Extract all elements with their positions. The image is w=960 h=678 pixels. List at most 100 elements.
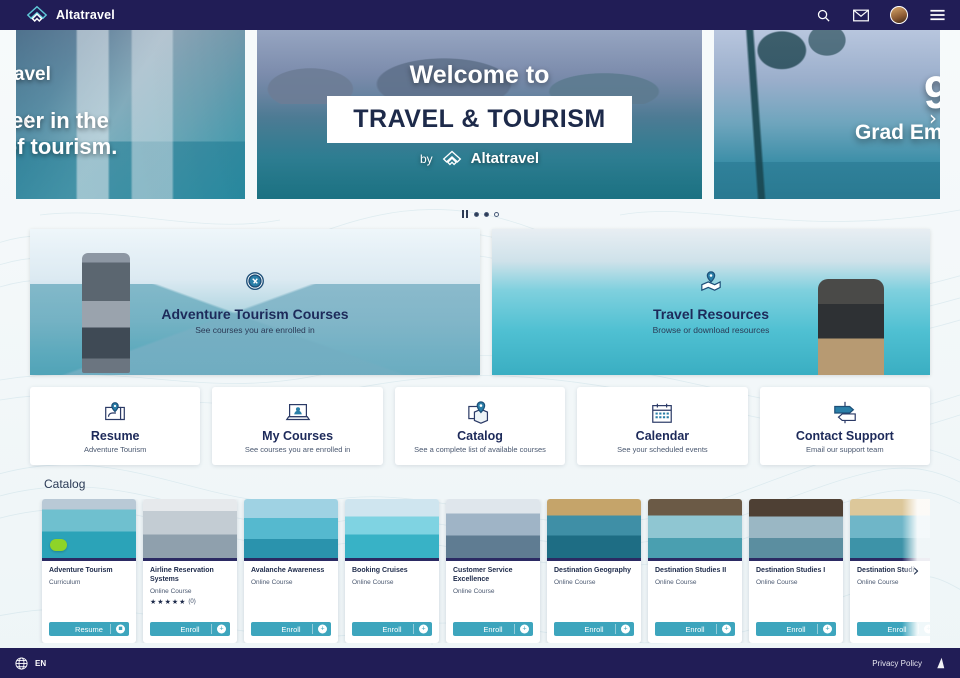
banner-resources-title: Travel Resources [653, 305, 769, 322]
banner-adventure-overlay: Adventure Tourism Courses See courses yo… [30, 229, 480, 375]
star-icon: ★ [164, 598, 171, 606]
tile-contact-support-title: Contact Support [795, 428, 894, 443]
course-type: Online Course [554, 578, 596, 586]
course-card[interactable]: Booking Cruises Online Course Enroll + [345, 499, 439, 643]
altatravel-chevron-logo [26, 5, 48, 22]
carousel-next-button[interactable]: › [924, 106, 942, 130]
compass-icon [244, 270, 266, 297]
button-divider [211, 624, 212, 634]
plus-circle-icon: + [621, 624, 630, 634]
course-card[interactable]: Customer Service Excellence Online Cours… [446, 499, 540, 643]
course-thumbnail [547, 499, 641, 561]
tile-calendar-title: Calendar [635, 428, 690, 443]
slide-career-line3: ld of tourism. [16, 134, 118, 160]
catalog-heading: Catalog [44, 477, 86, 491]
privacy-policy-link[interactable]: Privacy Policy [872, 659, 922, 668]
brand-logo-link[interactable]: Altatravel [14, 4, 115, 26]
slide-welcome-headline: TRAVEL & TOURISM [353, 104, 606, 133]
catalog-card-row: Adventure Tourism Curriculum Resume ■ Ai… [30, 499, 930, 643]
slide-welcome-eyebrow: Welcome to [409, 60, 550, 89]
course-action-button[interactable]: Enroll + [554, 622, 634, 636]
tile-my-courses-subtitle: See courses you are enrolled in [244, 444, 351, 454]
plus-circle-icon: + [318, 624, 327, 634]
tile-calendar[interactable]: Calendar See your scheduled events [577, 387, 748, 465]
catalog-next-button[interactable]: › [902, 499, 930, 643]
course-card[interactable]: Avalanche Awareness Online Course Enroll… [244, 499, 338, 643]
user-avatar[interactable] [890, 6, 908, 24]
slide-welcome-brand: Altatravel [470, 150, 540, 167]
banner-adventure-title: Adventure Tourism Courses [161, 305, 349, 322]
course-card[interactable]: Destination Geography Online Course Enro… [547, 499, 641, 643]
course-action-button[interactable]: Enroll + [756, 622, 836, 636]
map-pin-resume-icon [102, 399, 128, 427]
course-thumbnail [244, 499, 338, 561]
banner-adventure-tourism-courses[interactable]: Adventure Tourism Courses See courses yo… [30, 229, 480, 375]
course-action-button[interactable]: Enroll + [251, 622, 331, 636]
carousel-slide-welcome[interactable]: Welcome to TRAVEL & TOURISM by Altatrave… [257, 30, 702, 199]
carousel-prev-button[interactable]: ‹ [18, 106, 36, 130]
tile-resume-title: Resume [90, 428, 140, 443]
course-rating-count: (0) [188, 598, 196, 605]
course-type: Online Course [655, 578, 697, 586]
course-action-label: Resume [75, 624, 103, 634]
course-action-button[interactable]: Enroll + [655, 622, 735, 636]
course-card-body: Adventure Tourism Curriculum [42, 561, 136, 622]
feature-banner-row: Adventure Tourism Courses See courses yo… [0, 223, 960, 375]
language-selector[interactable]: EN [14, 656, 46, 671]
button-divider [817, 624, 818, 634]
course-card[interactable]: Destination Studies II Online Course Enr… [648, 499, 742, 643]
star-icon: ★ [171, 598, 179, 606]
search-icon[interactable] [814, 6, 832, 24]
course-action-label: Enroll [584, 624, 604, 634]
slide-welcome-plate: TRAVEL & TOURISM [327, 95, 632, 143]
hamburger-menu-icon[interactable] [928, 6, 946, 24]
course-action-button[interactable]: Resume ■ [49, 622, 129, 636]
carousel-dot-2[interactable] [483, 211, 489, 217]
plus-circle-icon: + [823, 624, 832, 634]
banner-resources-overlay: Travel Resources Browse or download reso… [492, 229, 930, 375]
plus-circle-icon: + [722, 624, 731, 634]
carousel-slide-grad[interactable]: 95 Grad Emplo [714, 30, 940, 199]
tile-catalog-title: Catalog [457, 428, 503, 443]
button-divider [716, 624, 717, 634]
course-action-label: Enroll [483, 624, 503, 634]
catalog-section: Catalog Adventure Tourism Curriculum Res… [0, 465, 960, 653]
language-label: EN [35, 658, 47, 668]
header-icon-group [814, 6, 946, 24]
tile-catalog[interactable]: Catalog See a complete list of available… [394, 387, 566, 465]
tile-resume[interactable]: Resume Adventure Tourism [30, 387, 201, 465]
banner-travel-resources[interactable]: Travel Resources Browse or download reso… [492, 229, 930, 375]
course-card[interactable]: Destination Studies I Online Course Enro… [749, 499, 843, 643]
course-title: Destination Geography [554, 567, 632, 574]
course-thumbnail [749, 499, 843, 561]
slide-career-line1: ltatravel [16, 64, 51, 85]
course-card[interactable]: Adventure Tourism Curriculum Resume ■ [42, 499, 136, 643]
globe-icon [15, 656, 28, 670]
tile-contact-support[interactable]: Contact Support Email our support team [759, 387, 931, 465]
plus-circle-icon: + [217, 624, 226, 634]
resume-chat-icon: ■ [116, 624, 125, 634]
course-card[interactable]: Airline Reservation Systems Online Cours… [143, 499, 237, 643]
course-card-body: Booking Cruises Online Course [345, 561, 439, 622]
tile-calendar-subtitle: See your scheduled events [617, 444, 708, 454]
map-pin-catalog-icon [466, 399, 494, 427]
carousel-dot-1[interactable] [473, 211, 479, 217]
tile-resume-subtitle: Adventure Tourism [84, 444, 147, 454]
course-thumbnail [446, 499, 540, 561]
course-action-button[interactable]: Enroll + [352, 622, 432, 636]
carousel-slide-career[interactable]: ltatravel career in the ld of tourism. [16, 30, 245, 199]
footer-bar: EN Privacy Policy [0, 648, 960, 678]
carousel-dot-3[interactable] [493, 211, 499, 217]
course-action-button[interactable]: Enroll + [453, 622, 533, 636]
slide-welcome-byline: by Altatravel [420, 149, 539, 169]
course-action-label: Enroll [382, 624, 402, 634]
course-action-button[interactable]: Enroll + [150, 622, 230, 636]
carousel-pause-button[interactable] [461, 210, 469, 218]
course-card-body: Destination Studies I Online Course [749, 561, 843, 622]
mail-icon[interactable] [852, 6, 870, 24]
course-type: Online Course [150, 587, 192, 595]
plus-circle-icon: + [419, 624, 428, 634]
plus-circle-icon: + [520, 624, 529, 634]
signpost-icon [831, 399, 859, 427]
tile-my-courses[interactable]: My Courses See courses you are enrolled … [212, 387, 383, 465]
